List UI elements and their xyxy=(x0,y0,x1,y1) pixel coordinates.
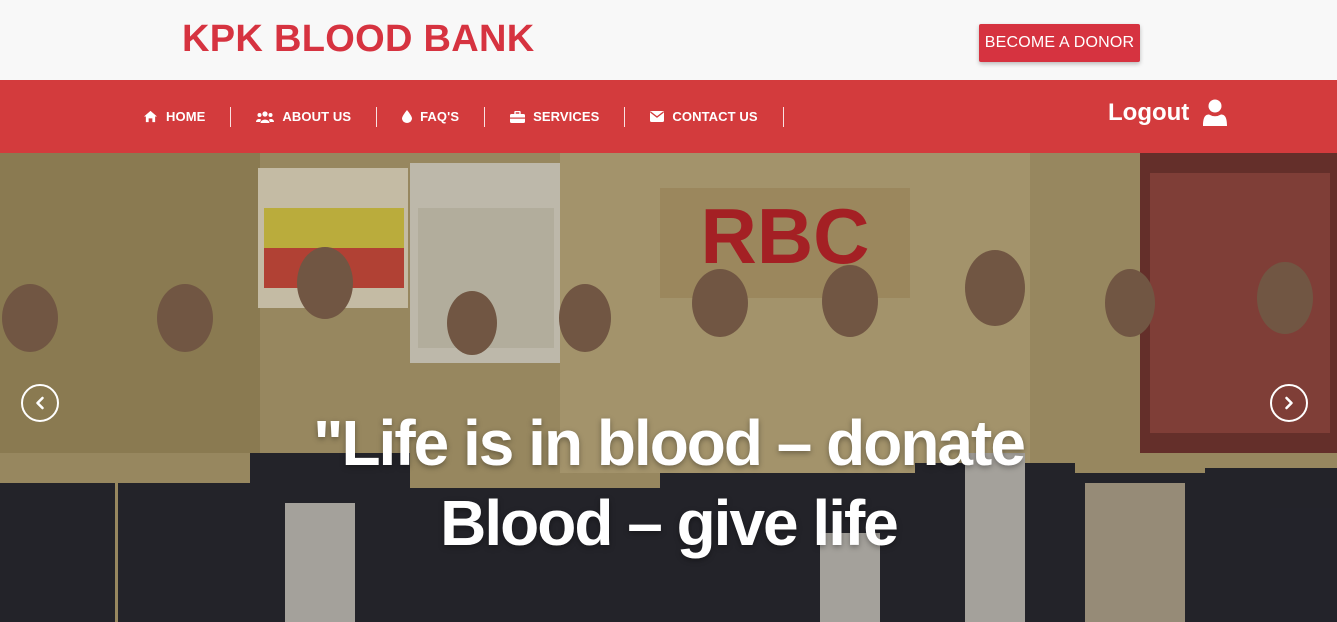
envelope-icon xyxy=(650,111,665,122)
hero-carousel: RBC "Life is in blood – donate Blood – g… xyxy=(0,153,1337,622)
chevron-right-icon xyxy=(1285,396,1293,410)
droplet-icon xyxy=(402,110,413,123)
nav-item-label: HOME xyxy=(166,109,206,124)
become-donor-button[interactable]: BECOME A DONOR xyxy=(979,24,1140,62)
logout-link[interactable]: Logout xyxy=(1108,99,1228,127)
nav-item-faqs[interactable]: FAQ'S xyxy=(377,106,486,127)
nav-menu: HOME ABOUT US FAQ'S SERVICES CONTACT US xyxy=(126,103,784,130)
nav-item-label: SERVICES xyxy=(533,109,600,124)
top-header: KPK BLOOD BANK BECOME A DONOR xyxy=(0,0,1337,80)
hero-caption-line2: Blood – give life xyxy=(440,487,899,559)
site-logo-text[interactable]: KPK BLOOD BANK xyxy=(182,18,535,61)
nav-item-home[interactable]: HOME xyxy=(126,106,232,127)
carousel-next-button[interactable] xyxy=(1270,384,1308,422)
hero-caption: "Life is in blood – donate Blood – give … xyxy=(0,403,1337,563)
nav-item-services[interactable]: SERVICES xyxy=(485,106,626,127)
users-icon xyxy=(256,110,275,123)
nav-item-contact-us[interactable]: CONTACT US xyxy=(625,106,784,127)
briefcase-icon xyxy=(510,110,526,123)
user-icon xyxy=(1203,99,1228,127)
nav-item-label: ABOUT US xyxy=(282,109,352,124)
carousel-prev-button[interactable] xyxy=(21,384,59,422)
nav-item-label: CONTACT US xyxy=(672,109,758,124)
nav-item-about-us[interactable]: ABOUT US xyxy=(231,106,378,127)
nav-item-label: FAQ'S xyxy=(420,109,460,124)
chevron-left-icon xyxy=(36,396,44,410)
home-icon xyxy=(143,110,158,123)
hero-caption-line1: "Life is in blood – donate xyxy=(313,407,1026,479)
logout-label: Logout xyxy=(1108,99,1190,126)
